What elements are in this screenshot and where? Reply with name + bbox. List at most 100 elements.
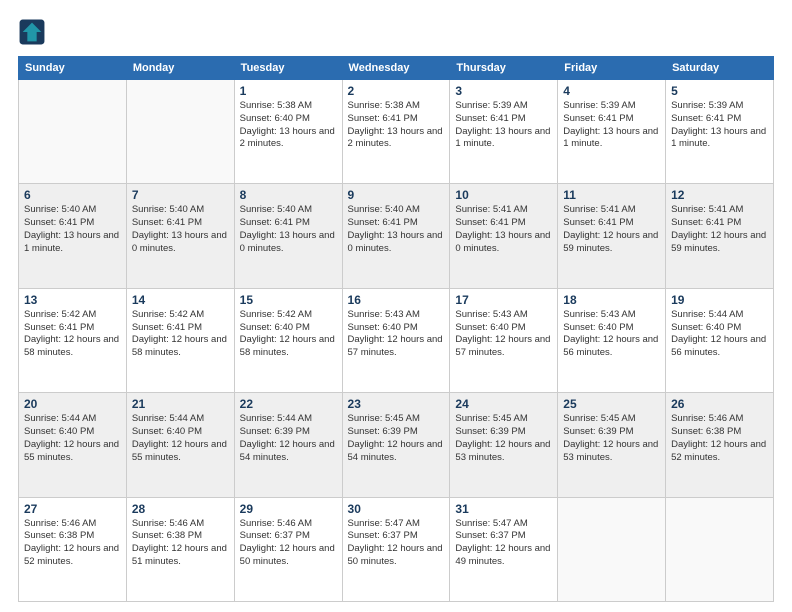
day-info: Sunrise: 5:45 AMSunset: 6:39 PMDaylight:… xyxy=(348,413,445,464)
header-sunday: Sunday xyxy=(19,57,127,80)
day-cell: 17 Sunrise: 5:43 AMSunset: 6:40 PMDayligh… xyxy=(450,288,558,392)
header-thursday: Thursday xyxy=(450,57,558,80)
day-number: 16 xyxy=(348,293,445,307)
day-number: 30 xyxy=(348,502,445,516)
day-number: 7 xyxy=(132,188,229,202)
day-cell xyxy=(126,80,234,184)
day-number: 1 xyxy=(240,84,337,98)
day-info: Sunrise: 5:41 AMSunset: 6:41 PMDaylight:… xyxy=(671,204,768,255)
day-cell: 2Sunrise: 5:38 AMSunset: 6:41 PMDaylight… xyxy=(342,80,450,184)
day-cell: 18 Sunrise: 5:43 AMSunset: 6:40 PMDayligh… xyxy=(558,288,666,392)
day-number: 12 xyxy=(671,188,768,202)
day-info: Sunrise: 5:39 AMSunset: 6:41 PMDaylight:… xyxy=(563,100,660,151)
day-cell: 14Sunrise: 5:42 AMSunset: 6:41 PMDayligh… xyxy=(126,288,234,392)
day-cell: 19Sunrise: 5:44 AMSunset: 6:40 PMDayligh… xyxy=(666,288,774,392)
day-cell: 29 Sunrise: 5:46 AMSunset: 6:37 PMDayligh… xyxy=(234,497,342,601)
page: SundayMondayTuesdayWednesdayThursdayFrid… xyxy=(0,0,792,612)
day-cell: 1 Sunrise: 5:38 AMSunset: 6:40 PMDaylight… xyxy=(234,80,342,184)
day-info: Sunrise: 5:40 AMSunset: 6:41 PMDaylight:… xyxy=(132,204,229,255)
day-cell: 8Sunrise: 5:40 AMSunset: 6:41 PMDaylight… xyxy=(234,184,342,288)
day-cell: 10Sunrise: 5:41 AMSunset: 6:41 PMDayligh… xyxy=(450,184,558,288)
header-tuesday: Tuesday xyxy=(234,57,342,80)
header-row: SundayMondayTuesdayWednesdayThursdayFrid… xyxy=(19,57,774,80)
calendar-header: SundayMondayTuesdayWednesdayThursdayFrid… xyxy=(19,57,774,80)
day-number: 9 xyxy=(348,188,445,202)
day-cell: 26 Sunrise: 5:46 AMSunset: 6:38 PMDayligh… xyxy=(666,393,774,497)
day-cell: 7 Sunrise: 5:40 AMSunset: 6:41 PMDaylight… xyxy=(126,184,234,288)
day-number: 19 xyxy=(671,293,768,307)
day-number: 10 xyxy=(455,188,552,202)
day-cell: 20Sunrise: 5:44 AMSunset: 6:40 PMDayligh… xyxy=(19,393,127,497)
day-cell: 22 Sunrise: 5:44 AMSunset: 6:39 PMDayligh… xyxy=(234,393,342,497)
day-info: Sunrise: 5:44 AMSunset: 6:40 PMDaylight:… xyxy=(24,413,121,464)
calendar-body: 1 Sunrise: 5:38 AMSunset: 6:40 PMDaylight… xyxy=(19,80,774,602)
day-cell: 28 Sunrise: 5:46 AMSunset: 6:38 PMDayligh… xyxy=(126,497,234,601)
day-info: Sunrise: 5:46 AMSunset: 6:38 PMDaylight:… xyxy=(24,518,121,569)
logo-icon xyxy=(18,18,46,46)
day-number: 27 xyxy=(24,502,121,516)
day-cell: 12 Sunrise: 5:41 AMSunset: 6:41 PMDayligh… xyxy=(666,184,774,288)
day-info: Sunrise: 5:46 AMSunset: 6:38 PMDaylight:… xyxy=(132,518,229,569)
header-wednesday: Wednesday xyxy=(342,57,450,80)
day-cell: 16 Sunrise: 5:43 AMSunset: 6:40 PMDayligh… xyxy=(342,288,450,392)
day-info: Sunrise: 5:38 AMSunset: 6:41 PMDaylight:… xyxy=(348,100,445,151)
day-number: 22 xyxy=(240,397,337,411)
day-info: Sunrise: 5:40 AMSunset: 6:41 PMDaylight:… xyxy=(348,204,445,255)
day-cell: 15Sunrise: 5:42 AMSunset: 6:40 PMDayligh… xyxy=(234,288,342,392)
day-info: Sunrise: 5:40 AMSunset: 6:41 PMDaylight:… xyxy=(240,204,337,255)
day-number: 28 xyxy=(132,502,229,516)
day-number: 29 xyxy=(240,502,337,516)
day-info: Sunrise: 5:42 AMSunset: 6:41 PMDaylight:… xyxy=(132,309,229,360)
day-info: Sunrise: 5:44 AMSunset: 6:40 PMDaylight:… xyxy=(132,413,229,464)
day-number: 18 xyxy=(563,293,660,307)
day-info: Sunrise: 5:38 AMSunset: 6:40 PMDaylight:… xyxy=(240,100,337,151)
day-info: Sunrise: 5:43 AMSunset: 6:40 PMDaylight:… xyxy=(348,309,445,360)
day-info: Sunrise: 5:47 AMSunset: 6:37 PMDaylight:… xyxy=(348,518,445,569)
day-cell: 6 Sunrise: 5:40 AMSunset: 6:41 PMDaylight… xyxy=(19,184,127,288)
logo xyxy=(18,18,50,46)
day-info: Sunrise: 5:47 AMSunset: 6:37 PMDaylight:… xyxy=(455,518,552,569)
calendar-table: SundayMondayTuesdayWednesdayThursdayFrid… xyxy=(18,56,774,602)
day-cell xyxy=(19,80,127,184)
week-row-3: 13 Sunrise: 5:42 AMSunset: 6:41 PMDayligh… xyxy=(19,288,774,392)
day-cell xyxy=(558,497,666,601)
day-info: Sunrise: 5:42 AMSunset: 6:41 PMDaylight:… xyxy=(24,309,121,360)
day-number: 3 xyxy=(455,84,552,98)
week-row-2: 6 Sunrise: 5:40 AMSunset: 6:41 PMDaylight… xyxy=(19,184,774,288)
day-number: 24 xyxy=(455,397,552,411)
day-number: 13 xyxy=(24,293,121,307)
day-number: 25 xyxy=(563,397,660,411)
day-info: Sunrise: 5:43 AMSunset: 6:40 PMDaylight:… xyxy=(563,309,660,360)
week-row-5: 27 Sunrise: 5:46 AMSunset: 6:38 PMDayligh… xyxy=(19,497,774,601)
day-cell: 13 Sunrise: 5:42 AMSunset: 6:41 PMDayligh… xyxy=(19,288,127,392)
day-number: 5 xyxy=(671,84,768,98)
day-info: Sunrise: 5:41 AMSunset: 6:41 PMDaylight:… xyxy=(563,204,660,255)
day-cell: 4Sunrise: 5:39 AMSunset: 6:41 PMDaylight… xyxy=(558,80,666,184)
day-info: Sunrise: 5:46 AMSunset: 6:38 PMDaylight:… xyxy=(671,413,768,464)
day-cell: 11Sunrise: 5:41 AMSunset: 6:41 PMDayligh… xyxy=(558,184,666,288)
day-number: 6 xyxy=(24,188,121,202)
week-row-4: 20Sunrise: 5:44 AMSunset: 6:40 PMDayligh… xyxy=(19,393,774,497)
day-info: Sunrise: 5:45 AMSunset: 6:39 PMDaylight:… xyxy=(563,413,660,464)
day-cell: 27 Sunrise: 5:46 AMSunset: 6:38 PMDayligh… xyxy=(19,497,127,601)
week-row-1: 1 Sunrise: 5:38 AMSunset: 6:40 PMDaylight… xyxy=(19,80,774,184)
header-monday: Monday xyxy=(126,57,234,80)
day-number: 26 xyxy=(671,397,768,411)
day-cell: 23 Sunrise: 5:45 AMSunset: 6:39 PMDayligh… xyxy=(342,393,450,497)
day-cell: 25 Sunrise: 5:45 AMSunset: 6:39 PMDayligh… xyxy=(558,393,666,497)
header-friday: Friday xyxy=(558,57,666,80)
day-info: Sunrise: 5:44 AMSunset: 6:39 PMDaylight:… xyxy=(240,413,337,464)
day-info: Sunrise: 5:42 AMSunset: 6:40 PMDaylight:… xyxy=(240,309,337,360)
day-cell: 5Sunrise: 5:39 AMSunset: 6:41 PMDaylight… xyxy=(666,80,774,184)
header-saturday: Saturday xyxy=(666,57,774,80)
day-cell: 30 Sunrise: 5:47 AMSunset: 6:37 PMDayligh… xyxy=(342,497,450,601)
day-cell xyxy=(666,497,774,601)
day-cell: 3Sunrise: 5:39 AMSunset: 6:41 PMDaylight… xyxy=(450,80,558,184)
day-number: 17 xyxy=(455,293,552,307)
day-info: Sunrise: 5:40 AMSunset: 6:41 PMDaylight:… xyxy=(24,204,121,255)
day-info: Sunrise: 5:46 AMSunset: 6:37 PMDaylight:… xyxy=(240,518,337,569)
day-cell: 21Sunrise: 5:44 AMSunset: 6:40 PMDayligh… xyxy=(126,393,234,497)
day-info: Sunrise: 5:45 AMSunset: 6:39 PMDaylight:… xyxy=(455,413,552,464)
day-info: Sunrise: 5:43 AMSunset: 6:40 PMDaylight:… xyxy=(455,309,552,360)
day-number: 23 xyxy=(348,397,445,411)
